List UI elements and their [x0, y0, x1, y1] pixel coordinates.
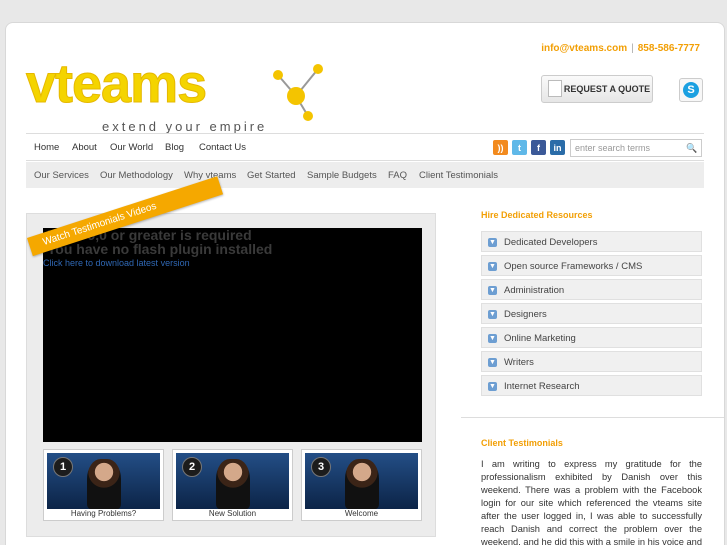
sub-navigation: Our Services Our Methodology Why vteams …: [26, 162, 704, 188]
arrow-down-icon: ▼: [488, 238, 497, 247]
nav-about[interactable]: About: [72, 142, 97, 153]
resource-label: Open source Frameworks / CMS: [504, 261, 643, 272]
linkedin-icon[interactable]: in: [550, 140, 565, 155]
nav-our-world[interactable]: Our World: [110, 142, 153, 153]
subnav-get-started[interactable]: Get Started: [247, 170, 296, 181]
nav-contact-us[interactable]: Contact Us: [199, 142, 246, 153]
page: vteams extend your empire info@vteams.co…: [5, 22, 725, 545]
thumb-number: 2: [182, 457, 202, 477]
document-icon: [548, 80, 562, 97]
subnav-client-testimonials[interactable]: Client Testimonials: [419, 170, 498, 181]
flash-download-link[interactable]: Click here to download latest version: [43, 258, 190, 268]
arrow-down-icon: ▼: [488, 334, 497, 343]
resource-item-dedicated-developers[interactable]: ▼ Dedicated Developers: [481, 231, 702, 252]
arrow-down-icon: ▼: [488, 262, 497, 271]
video-thumb-1[interactable]: 1 Having Problems?: [43, 449, 164, 521]
resource-label: Internet Research: [504, 381, 580, 392]
logo-molecule-icon: [273, 64, 323, 121]
video-player[interactable]: Flash 9,0 or greater is required You hav…: [43, 228, 422, 442]
resource-label: Writers: [504, 357, 534, 368]
resource-label: Dedicated Developers: [504, 237, 598, 248]
video-thumb-2[interactable]: 2 New Solution: [172, 449, 293, 521]
rss-icon[interactable]: )): [493, 140, 508, 155]
testimonial-text: I am writing to express my gratitude for…: [481, 459, 702, 545]
subnav-our-methodology[interactable]: Our Methodology: [100, 170, 173, 181]
arrow-down-icon: ▼: [488, 286, 497, 295]
thumb-caption: Welcome: [344, 509, 379, 518]
video-thumb-3[interactable]: 3 Welcome: [301, 449, 422, 521]
resource-label: Administration: [504, 285, 565, 296]
facebook-icon[interactable]: f: [531, 140, 546, 155]
resource-item-internet-research[interactable]: ▼ Internet Research: [481, 375, 702, 396]
skype-icon: S: [683, 82, 699, 98]
thumb-caption: Having Problems?: [70, 509, 137, 518]
resource-item-administration[interactable]: ▼ Administration: [481, 279, 702, 300]
video-section: Flash 9,0 or greater is required You hav…: [26, 176, 436, 537]
subnav-sample-budgets[interactable]: Sample Budgets: [307, 170, 377, 181]
tagline: extend your empire: [102, 119, 268, 134]
subnav-our-services[interactable]: Our Services: [34, 170, 89, 181]
person-image: [345, 459, 379, 509]
resource-label: Online Marketing: [504, 333, 576, 344]
contact-info: info@vteams.com | 858-586-7777: [541, 43, 700, 54]
flash-missing-text: You have no flash plugin installed: [47, 241, 273, 257]
arrow-down-icon: ▼: [488, 310, 497, 319]
brand-logo-text: vteams: [25, 54, 207, 115]
twitter-icon[interactable]: t: [512, 140, 527, 155]
nav-blog[interactable]: Blog: [165, 142, 184, 153]
resource-label: Designers: [504, 309, 547, 320]
subnav-faq[interactable]: FAQ: [388, 170, 407, 181]
request-quote-button[interactable]: REQUEST A QUOTE: [541, 75, 653, 103]
resource-item-online-marketing[interactable]: ▼ Online Marketing: [481, 327, 702, 348]
resource-item-designers[interactable]: ▼ Designers: [481, 303, 702, 324]
arrow-down-icon: ▼: [488, 358, 497, 367]
resource-item-writers[interactable]: ▼ Writers: [481, 351, 702, 372]
thumb-number: 3: [311, 457, 331, 477]
search-icon[interactable]: 🔍: [686, 143, 699, 154]
resource-item-open-source[interactable]: ▼ Open source Frameworks / CMS: [481, 255, 702, 276]
resources-title: Hire Dedicated Resources: [481, 210, 593, 220]
request-quote-label: REQUEST A QUOTE: [563, 84, 651, 94]
nav-home[interactable]: Home: [34, 142, 59, 153]
contact-separator: |: [631, 43, 634, 54]
arrow-down-icon: ▼: [488, 382, 497, 391]
thumb-caption: New Solution: [208, 509, 257, 518]
email-link[interactable]: info@vteams.com: [541, 43, 627, 54]
phone-number: 858-586-7777: [637, 43, 700, 54]
testimonials-title: Client Testimonials: [481, 438, 563, 448]
resources-list: ▼ Dedicated Developers ▼ Open source Frame…: [481, 231, 702, 399]
top-navigation: Home About Our World Blog Contact Us )) …: [26, 133, 704, 161]
person-image: [87, 459, 121, 509]
logo[interactable]: vteams extend your empire: [25, 43, 323, 138]
thumb-number: 1: [53, 457, 73, 477]
sidebar-divider: [461, 417, 724, 418]
skype-button[interactable]: S: [679, 78, 703, 102]
search-input[interactable]: enter search terms: [570, 139, 702, 157]
person-image: [216, 459, 250, 509]
